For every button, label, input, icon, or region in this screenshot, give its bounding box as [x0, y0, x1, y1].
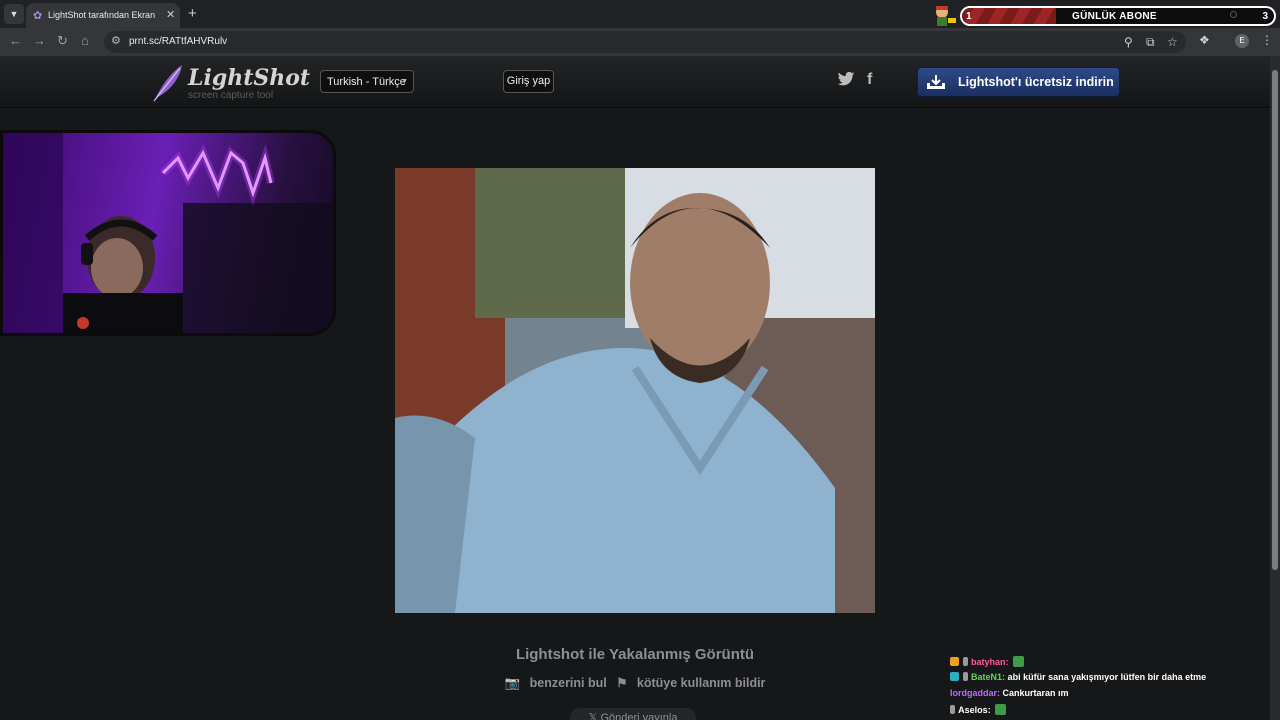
tab-title: LightShot tarafından Ekran Görüntüsü [48, 10, 158, 20]
chat-user: Aselos [958, 705, 988, 715]
logo-subtitle: screen capture tool [188, 90, 274, 101]
menu-dots-icon[interactable]: ⋮ [1261, 33, 1273, 47]
sub-goal-target: 3 [1262, 11, 1268, 22]
chat-user: BateN1 [971, 672, 1003, 682]
mic-badge-icon [962, 657, 968, 666]
report-abuse-link[interactable]: kötüye kullanım bildir [637, 676, 766, 690]
emote-icon [1013, 656, 1025, 667]
new-tab-button[interactable]: + [188, 5, 197, 22]
chat-message: BateN1: abi küfür sana yakışmıyor lütfen… [950, 672, 1270, 688]
sub-goal-fill [962, 8, 1056, 24]
flag-icon: ⚑ [616, 676, 628, 690]
x-logo-icon: 𝕏 [588, 712, 598, 720]
chat-message: Aselos: [950, 704, 1270, 720]
chat-text: abi küfür sana yakışmıyor lütfen bir dah… [1007, 672, 1207, 682]
mic-badge-icon [950, 705, 955, 714]
tab-search-button[interactable]: ▼ [4, 4, 24, 24]
screenshot-photo [395, 168, 875, 613]
webcam-scene [3, 133, 333, 333]
install-app-icon[interactable]: ⧉ [1146, 35, 1155, 50]
screenshot-image[interactable] [395, 168, 875, 613]
login-button[interactable]: Giriş yap [503, 70, 554, 93]
site-info-icon[interactable]: ⚙ [111, 34, 121, 47]
site-header: LightShot screen capture tool Turkish - … [0, 56, 1270, 108]
logo-text: LightShot [188, 65, 311, 91]
badge-icon [950, 657, 959, 666]
reload-icon[interactable]: ↻ [57, 33, 68, 49]
download-tray-icon [927, 75, 945, 89]
sub-goal-widget: 1 GÜNLÜK ABONE 3 [928, 4, 1278, 28]
language-value: Turkish - Türkçe [327, 76, 406, 88]
chat-message: lordgaddar: Cankurtaran ım [950, 688, 1069, 698]
image-caption: Lightshot ile Yakalanmış Görüntü [515, 646, 755, 663]
back-arrow-icon[interactable]: ← [9, 33, 22, 48]
badge-icon [950, 672, 959, 681]
webcam-overlay [0, 130, 336, 336]
feather-icon: ✿ [33, 10, 43, 22]
find-similar-link[interactable]: benzerini bul [530, 676, 607, 690]
emote-icon [995, 704, 1007, 715]
image-actions: 📷 benzerini bul ⚑ kötüye kullanım bildir [395, 675, 875, 691]
zoom-icon[interactable]: ⚲ [1124, 35, 1133, 49]
camera-icon: 📷 [504, 676, 521, 690]
lightshot-page: LightShot screen capture tool Turkish - … [0, 56, 1270, 720]
mascot-icon [936, 6, 956, 26]
chevron-down-icon: ▼ [401, 78, 408, 85]
profile-avatar[interactable]: E [1235, 34, 1249, 48]
forward-arrow-icon[interactable]: → [33, 33, 46, 48]
lightshot-logo[interactable]: LightShot screen capture tool [150, 63, 310, 103]
tweet-button[interactable]: 𝕏 Gönderi yayınla [570, 708, 696, 720]
page-scrollbar[interactable] [1270, 56, 1280, 720]
sub-goal-label: GÜNLÜK ABONE [1072, 11, 1157, 22]
language-select[interactable]: Turkish - Türkçe ▼ [320, 70, 414, 93]
home-icon[interactable]: ⌂ [81, 33, 89, 48]
chat-user: batyhan [971, 657, 1006, 667]
twitter-icon[interactable] [837, 72, 855, 87]
extensions-icon[interactable]: ❖ [1199, 33, 1210, 47]
stream-chat-overlay: batyhan: BateN1: abi küfür sana yakışmıy… [950, 656, 1270, 720]
mic-badge-icon [962, 672, 968, 681]
sub-goal-bar: 1 GÜNLÜK ABONE 3 [960, 6, 1276, 26]
tab-lightshot[interactable]: ✿ LightShot tarafından Ekran Görüntüsü ✕ [26, 3, 180, 28]
chat-user: lordgaddar [950, 688, 998, 698]
scrollbar-thumb[interactable] [1272, 70, 1278, 570]
tweet-label: Gönderi yayınla [600, 712, 678, 720]
facebook-icon[interactable]: f [867, 71, 872, 89]
sub-goal-current: 1 [966, 11, 972, 22]
bookmark-star-icon[interactable]: ☆ [1167, 35, 1178, 49]
feather-logo-icon [153, 65, 182, 102]
sub-goal-marker [1230, 11, 1237, 18]
url-field[interactable]: ⚙ prnt.sc/RATtfAHVRulv ⚲ ⧉ ☆ [104, 31, 1186, 53]
download-button[interactable]: Lightshot'ı ücretsiz indirin [917, 67, 1120, 97]
browser-tab-strip: ▼ ✿ LightShot tarafından Ekran Görüntüsü… [0, 0, 1280, 28]
download-label: Lightshot'ı ücretsiz indirin [958, 75, 1114, 89]
address-bar-row: ← → ↻ ⌂ ⚙ prnt.sc/RATtfAHVRulv ⚲ ⧉ ☆ ❖ E… [0, 28, 1280, 56]
close-tab-icon[interactable]: ✕ [166, 8, 175, 21]
chat-text: Cankurtaran ım [1002, 688, 1069, 698]
chat-message: batyhan: [950, 656, 1270, 672]
url-text: prnt.sc/RATtfAHVRulv [129, 36, 228, 47]
